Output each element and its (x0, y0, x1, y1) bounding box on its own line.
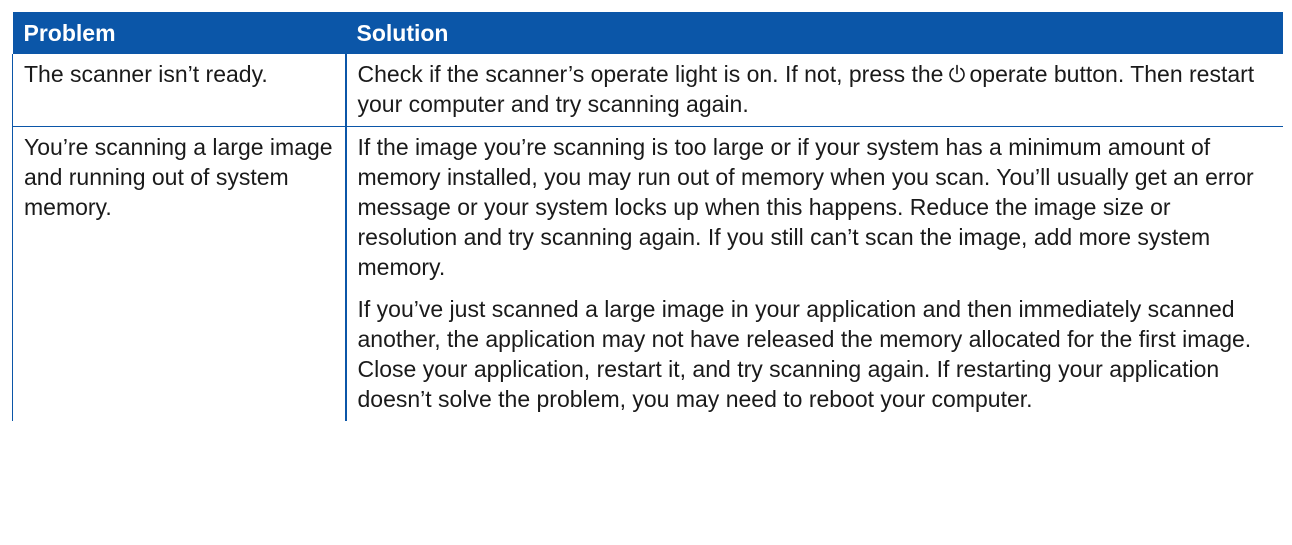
power-icon (949, 64, 966, 83)
table-row: You’re scanning a large image and runnin… (12, 126, 1283, 421)
solution-cell: If the image you’re scanning is too larg… (344, 126, 1283, 421)
solution-cell: Check if the scanner’s operate light is … (344, 54, 1283, 127)
header-solution: Solution (345, 12, 1283, 54)
table-row: The scanner isn’t ready. Check if the sc… (12, 54, 1283, 127)
solution-paragraph: If you’ve just scanned a large image in … (357, 296, 1252, 412)
header-problem: Problem (12, 12, 346, 54)
solution-paragraph: If the image you’re scanning is too larg… (357, 134, 1254, 280)
table-header-row: Problem Solution (12, 12, 1283, 54)
problem-cell: The scanner isn’t ready. (12, 54, 346, 127)
page: Problem Solution The scanner isn’t ready… (0, 0, 1292, 545)
problem-cell: You’re scanning a large image and runnin… (12, 126, 346, 421)
troubleshooting-table: Problem Solution The scanner isn’t ready… (12, 12, 1283, 421)
solution-text-before-icon: Check if the scanner’s operate light is … (357, 61, 944, 87)
